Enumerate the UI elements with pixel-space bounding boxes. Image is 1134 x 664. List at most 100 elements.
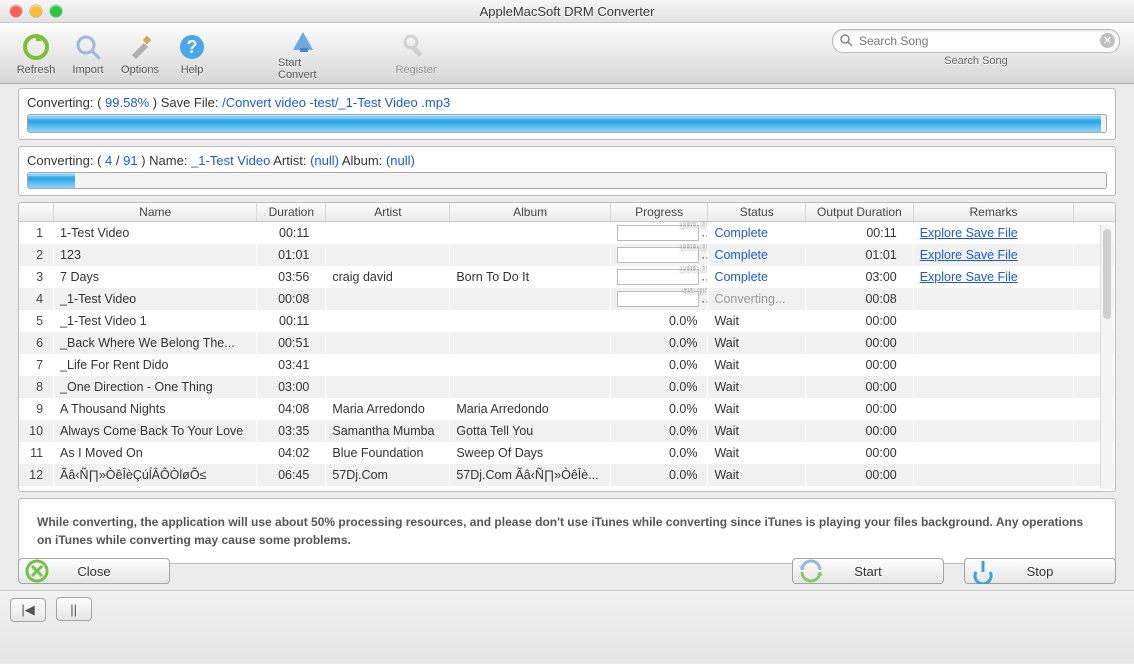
row-status: Complete [708,222,806,244]
stop-button[interactable]: Stop [964,558,1116,584]
options-button[interactable]: Options [114,25,166,81]
row-remarks [913,442,1074,464]
overall-progress-fill [28,173,75,188]
note-panel: While converting, the application will u… [18,498,1116,564]
close-icon [23,557,51,585]
bottom-button-row: Close Start Stop [18,558,1116,584]
col-album[interactable]: Album [450,203,611,222]
row-name: _Life For Rent Dido [54,354,257,376]
window-title: AppleMacSoft DRM Converter [0,4,1134,19]
table-row[interactable]: 6_Back Where We Belong The...00:510.0%Wa… [19,332,1115,354]
start-convert-icon [288,25,320,56]
footer-prev-button[interactable]: |◀ [10,598,46,622]
close-button[interactable]: Close [18,558,170,584]
overall-progress-label: Converting: ( 4 / 91 ) Name: _1-Test Vid… [27,153,1107,168]
row-artist [326,288,450,310]
row-number: 11 [19,442,54,464]
row-album: Gotta Tell You [450,420,611,442]
table-row[interactable]: 11As I Moved On04:02Blue FoundationSweep… [19,442,1115,464]
row-status: Wait [708,332,806,354]
col-progress[interactable]: Progress [610,203,708,222]
toolbar-label: Import [72,64,103,76]
clear-search-icon[interactable]: ✕ [1100,33,1115,48]
row-album [450,288,611,310]
col-artist[interactable]: Artist [326,203,450,222]
register-button[interactable]: Register [390,25,442,81]
row-name: 1-Test Video [54,222,257,244]
row-duration: 03:35 [257,420,326,442]
col-name[interactable]: Name [54,203,257,222]
search-box[interactable]: ✕ [832,29,1120,53]
footer-pause-button[interactable]: || [56,597,92,621]
table-row[interactable]: 9A Thousand Nights04:08Maria ArredondoMa… [19,398,1115,420]
table-row[interactable]: 7_Life For Rent Dido03:410.0%Wait00:00 [19,354,1115,376]
col-spacer [1074,203,1115,222]
row-remarks [913,354,1074,376]
table-row[interactable]: 212301:01100.0%Complete01:01Explore Save… [19,244,1115,266]
options-icon [124,31,156,63]
start-icon [797,557,825,585]
row-progress: 100.0% [610,222,708,244]
row-duration: 06:45 [257,464,326,486]
table-row[interactable]: 10Always Come Back To Your Love03:35Sama… [19,420,1115,442]
row-album [450,244,611,266]
explore-save-file-link[interactable]: Explore Save File [920,248,1018,262]
note-text: While converting, the application will u… [27,505,1107,557]
scrollbar-thumb[interactable] [1103,229,1111,319]
row-number: 7 [19,354,54,376]
table-row[interactable]: 12Ãâ‹Ñ∏»ÒêÎèÇúĺÂÔÒløÕ≤06:4557Dj.Com57Dj.… [19,464,1115,486]
row-progress: 100.0% [610,244,708,266]
row-remarks [913,288,1074,310]
stop-icon [969,557,997,585]
start-convert-button[interactable]: Start Convert [278,25,330,81]
row-duration: 04:02 [257,442,326,464]
row-duration: 00:11 [257,310,326,332]
row-output-duration: 00:00 [806,398,914,420]
table-row[interactable]: 13Baby Come Back03:33Player70s Love0.0%W… [19,486,1115,493]
import-button[interactable]: Import [62,25,114,81]
table-row[interactable]: 8_One Direction - One Thing03:000.0%Wait… [19,376,1115,398]
row-progress: 0.0% [610,420,708,442]
row-name: Ãâ‹Ñ∏»ÒêÎèÇúĺÂÔÒløÕ≤ [54,464,257,486]
table-row[interactable]: 37 Days03:56craig davidBorn To Do It100.… [19,266,1115,288]
file-progress-percent: 99.58% [105,95,149,110]
row-name: _1-Test Video [54,288,257,310]
table-scrollbar[interactable] [1100,225,1113,489]
search-input[interactable] [857,33,1097,49]
toolbar-label: Refresh [17,64,56,76]
table-row[interactable]: 5_1-Test Video 100:110.0%Wait00:00 [19,310,1115,332]
row-name: Always Come Back To Your Love [54,420,257,442]
row-progress: 0.0% [610,310,708,332]
row-progress: 0.0% [610,464,708,486]
row-album: Sweep Of Days [450,442,611,464]
row-number: 9 [19,398,54,420]
row-album: Maria Arredondo [450,398,611,420]
col-remarks[interactable]: Remarks [913,203,1074,222]
register-icon [400,31,432,63]
svg-text:?: ? [187,37,198,57]
table-row[interactable]: 4_1-Test Video00:0899.6%Converting...00:… [19,288,1115,310]
col-status[interactable]: Status [708,203,806,222]
row-remarks [913,376,1074,398]
explore-save-file-link[interactable]: Explore Save File [920,226,1018,240]
col-output-duration[interactable]: Output Duration [806,203,914,222]
row-output-duration: 00:08 [806,288,914,310]
row-name: A Thousand Nights [54,398,257,420]
refresh-button[interactable]: Refresh [10,25,62,81]
row-status: Wait [708,376,806,398]
row-artist [326,222,450,244]
row-duration: 00:08 [257,288,326,310]
table-row[interactable]: 11-Test Video00:11100.0%Complete00:11Exp… [19,222,1115,244]
explore-save-file-link[interactable]: Explore Save File [920,270,1018,284]
row-number: 4 [19,288,54,310]
col-duration[interactable]: Duration [257,203,326,222]
help-button[interactable]: ? Help [166,25,218,81]
col-num[interactable] [19,203,54,222]
start-button[interactable]: Start [792,558,944,584]
overall-progress-artist: (null) [310,153,339,168]
row-duration: 03:41 [257,354,326,376]
row-remarks: Explore Save File [913,222,1074,244]
search-label: Search Song [944,55,1008,67]
row-status: Complete [708,244,806,266]
search-icon [839,33,853,50]
